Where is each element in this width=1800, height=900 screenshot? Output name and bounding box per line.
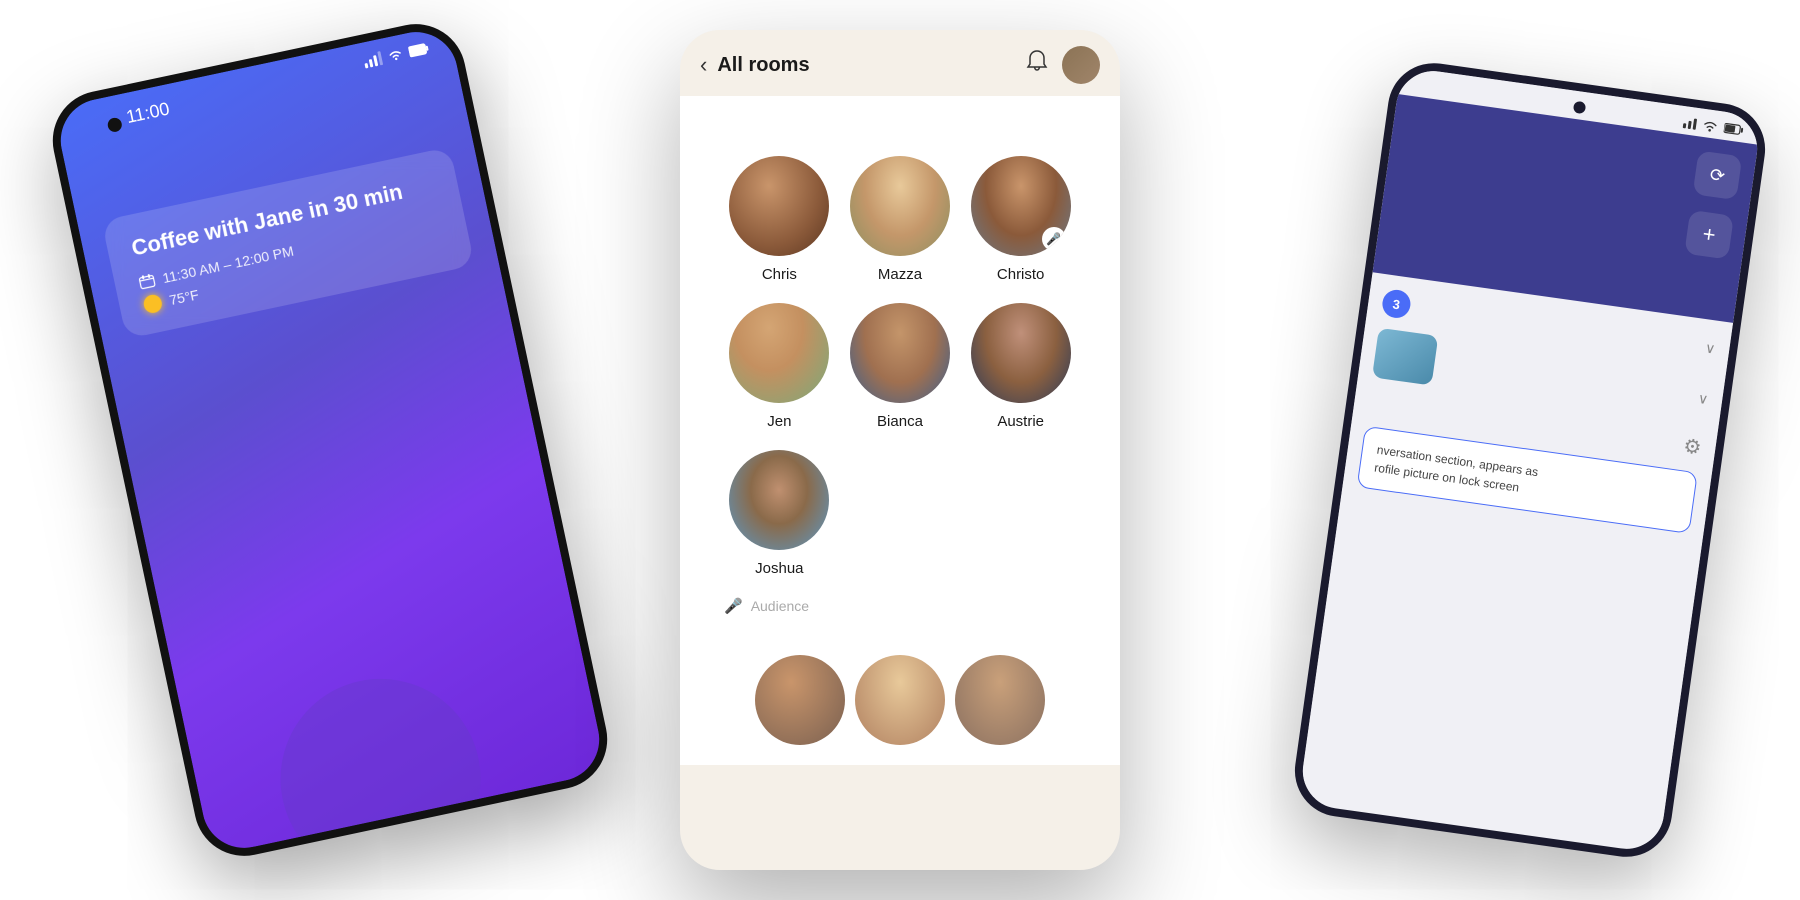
name-bianca: Bianca (877, 413, 923, 430)
avatar-mazza (850, 156, 950, 256)
contact-joshua[interactable]: Joshua (729, 450, 829, 577)
avatar-jen (729, 303, 829, 403)
add-icon: + (1701, 221, 1717, 249)
right-bottom-section: 3 ∨ ∨ ⚙ nversation section, appears a (1299, 272, 1733, 846)
audience-mic-icon: 🎤 (724, 597, 743, 615)
bell-icon[interactable] (1026, 50, 1048, 80)
all-rooms-header: ‹ All rooms (680, 30, 1120, 96)
phone-center-body: ‹ All rooms (680, 30, 1120, 870)
contacts-grid-container[interactable]: Chris Mazza 🎤 (680, 96, 1120, 765)
name-jen: Jen (767, 413, 791, 430)
bell-svg (1026, 50, 1048, 74)
name-austrie: Austrie (997, 413, 1044, 430)
mic-off-badge: 🎤 (1042, 227, 1066, 251)
avatar-austrie (971, 303, 1071, 403)
bottom-contacts-row (704, 645, 1096, 745)
phone-left: 11:00 Coffee with Jane in 30 min 11:30 A… (44, 15, 617, 865)
thumbnail-image[interactable] (1372, 328, 1438, 386)
avatar-christo: 🎤 (971, 156, 1071, 256)
rotate-button[interactable]: ⟳ (1693, 150, 1743, 200)
chevron-down-icon[interactable]: ∨ (1704, 339, 1717, 357)
avatar-bottom-3[interactable] (955, 655, 1045, 745)
avatar-bianca (850, 303, 950, 403)
name-christo: Christo (997, 266, 1045, 283)
phone-left-screen: 11:00 Coffee with Jane in 30 min 11:30 A… (53, 24, 607, 855)
signal-icon-right (1683, 117, 1697, 130)
battery-icon-right (1723, 122, 1744, 137)
avatar-joshua (729, 450, 829, 550)
header-title: All rooms (717, 54, 809, 77)
avatar-chris (729, 156, 829, 256)
mic-off-icon: 🎤 (1046, 232, 1061, 246)
phone-center: ‹ All rooms (680, 30, 1120, 870)
count-badge: 3 (1381, 288, 1413, 320)
contact-mazza[interactable]: Mazza (850, 156, 950, 283)
phone-right: ⟳ + 3 ∨ (1289, 57, 1771, 862)
contact-chris[interactable]: Chris (729, 156, 829, 283)
weather-text: 75°F (168, 286, 200, 308)
phone-left-body: 11:00 Coffee with Jane in 30 min 11:30 A… (44, 15, 617, 865)
notification-card: Coffee with Jane in 30 min 11:30 AM – 12… (101, 147, 474, 339)
avatar-image (1062, 46, 1100, 84)
phone-right-body: ⟳ + 3 ∨ (1289, 57, 1771, 862)
battery-icon (408, 42, 430, 58)
header-left: ‹ All rooms (700, 52, 810, 78)
wifi-icon-right (1702, 119, 1720, 133)
avatar-bottom-2[interactable] (855, 655, 945, 745)
name-joshua: Joshua (755, 560, 803, 577)
name-chris: Chris (762, 266, 797, 283)
signal-icon (363, 51, 384, 68)
user-avatar-header[interactable] (1062, 46, 1100, 84)
contact-jen[interactable]: Jen (729, 303, 829, 430)
chevron-down-icon-2[interactable]: ∨ (1697, 389, 1710, 407)
audience-label: Audience (751, 598, 809, 614)
contact-bianca[interactable]: Bianca (850, 303, 950, 430)
avatar-bottom-1[interactable] (755, 655, 845, 745)
right-action-icons: ⟳ + (1684, 150, 1742, 259)
contact-christo[interactable]: 🎤 Christo (971, 156, 1071, 283)
gear-icon[interactable]: ⚙ (1682, 433, 1703, 460)
calendar-icon (138, 273, 157, 290)
add-button[interactable]: + (1684, 210, 1734, 260)
rotate-icon: ⟳ (1709, 164, 1727, 187)
name-mazza: Mazza (878, 266, 922, 283)
phone-right-content: ⟳ + 3 ∨ (1299, 94, 1758, 846)
header-right (1026, 46, 1100, 84)
sun-icon (142, 293, 163, 314)
contacts-grid: Chris Mazza 🎤 (704, 126, 1096, 645)
back-button[interactable]: ‹ (700, 52, 707, 78)
contact-austrie[interactable]: Austrie (971, 303, 1071, 430)
scene: 11:00 Coffee with Jane in 30 min 11:30 A… (0, 0, 1800, 900)
audience-section: 🎤 Audience (724, 597, 809, 615)
wifi-icon (386, 47, 404, 62)
